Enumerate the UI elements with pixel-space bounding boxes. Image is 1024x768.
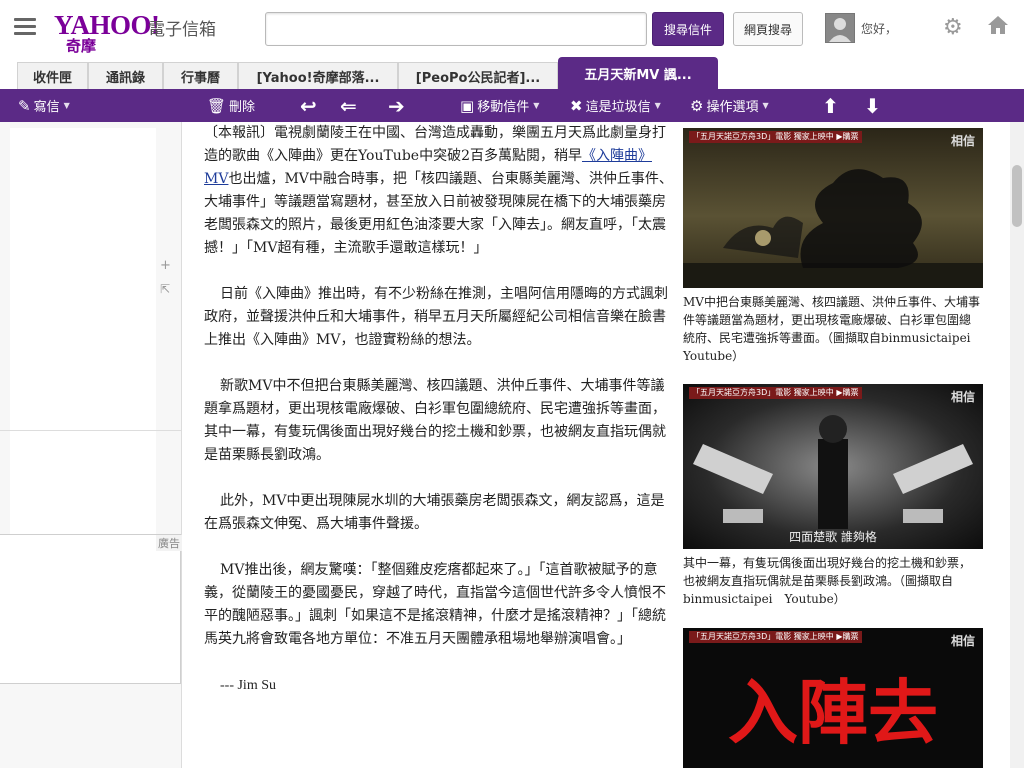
search-web-button[interactable]: 網頁搜尋 — [733, 12, 803, 46]
product-name: 電子信箱 — [148, 20, 216, 40]
tab-email-peopo[interactable]: [PeoPo公民記者]... — [398, 62, 558, 89]
sidebar-divider — [0, 430, 181, 431]
tab-email-yahoo-blog[interactable]: [Yahoo!奇摩部落... — [238, 62, 398, 89]
image-caption: MV中把台東縣美麗灣、核四議題、洪仲丘事件、大埔事件等議題當為題材，更出現核電廠… — [683, 295, 983, 363]
paragraph: 新歌MV中不但把台東縣美麗灣、核四議題、洪仲丘事件、大埔事件等議題拿爲題材，更出… — [204, 378, 666, 463]
move-button[interactable]: ▣ 移動信件 ▼ — [460, 89, 539, 122]
arrow-up-icon[interactable]: ⬆ — [822, 89, 839, 122]
mv-still-puppet[interactable]: 「五月天諾亞方舟3D」電影 獨家上映中 ▶購票 相信 四面楚歌 誰夠格 — [683, 384, 983, 549]
article-image-3: 「五月天諾亞方舟3D」電影 獨家上映中 ▶購票 相信 入陣去 — [683, 628, 983, 768]
explosion-graphic — [683, 169, 983, 288]
paragraph: 此外，MV中更出現陳屍水圳的大埔張藥房老闆張森文，網友認爲，這是在爲張森文伸冤、… — [204, 493, 665, 532]
compose-button[interactable]: ✎ 寫信 ▼ — [18, 89, 70, 122]
trash-icon: 🗑 — [207, 96, 227, 115]
ad-box[interactable] — [0, 534, 181, 684]
tab-inbox[interactable]: 收件匣 — [17, 62, 88, 89]
image-caption: 其中一幕，有隻玩偶後面出現好幾台的挖土機和鈔票，也被網友直指玩偶就是苗栗縣長劉政… — [683, 556, 972, 606]
search-mail-button[interactable]: 搜尋信件 — [652, 12, 724, 46]
user-silhouette-icon — [829, 18, 851, 42]
gear-icon: ⚙ — [690, 96, 704, 115]
actions-button[interactable]: ⚙ 操作選項 ▼ — [690, 89, 769, 122]
greeting-text: 您好， — [861, 22, 898, 36]
mv-still-red-text[interactable]: 「五月天諾亞方舟3D」電影 獨家上映中 ▶購票 相信 入陣去 — [683, 628, 983, 768]
home-icon[interactable] — [986, 13, 1010, 37]
email-body: 〔本報訊〕電視劇蘭陵王在中國、台灣造成轟動，樂團五月天爲此劇量身打造的歌曲《入陣… — [204, 122, 676, 697]
gear-icon[interactable]: ⚙ — [943, 15, 963, 40]
ad-label: 廣告 — [156, 535, 182, 551]
delete-button[interactable]: 🗑 刪除 — [207, 89, 255, 122]
popout-icon[interactable]: ⇱ — [160, 282, 170, 296]
signature: --- Jim Su — [220, 678, 276, 693]
forward-icon[interactable]: ➔ — [388, 89, 405, 122]
plus-icon[interactable]: + — [160, 258, 171, 273]
folder-icon: ▣ — [460, 96, 475, 115]
scrollbar-thumb[interactable] — [1012, 165, 1022, 227]
paragraph: MV推出後，網友驚嘆：「整個雞皮疙瘩都起來了。」「這首歌被賦予的意義，從蘭陵王的… — [204, 562, 666, 647]
avatar[interactable] — [825, 13, 855, 43]
shield-icon: ✖ — [570, 96, 583, 115]
article-image-2: 「五月天諾亞方舟3D」電影 獨家上映中 ▶購票 相信 四面楚歌 誰夠格 其中一幕… — [683, 384, 983, 608]
spam-button[interactable]: ✖ 這是垃圾信 ▼ — [570, 89, 661, 122]
reply-all-icon[interactable]: ⇐ — [340, 89, 357, 122]
tab-email-mayday-mv[interactable]: 五月天新MV 諷... — [558, 57, 718, 89]
paragraph: 日前《入陣曲》推出時，有不少粉絲在推測，主唱阿信用隱晦的方式諷刺政府，並聲援洪仲… — [204, 286, 668, 348]
tab-bar: 收件匣 通訊錄 行事曆 [Yahoo!奇摩部落... [PeoPo公民記者]..… — [0, 57, 1024, 89]
reply-icon[interactable]: ↩ — [300, 89, 317, 122]
mv-still-explosion[interactable]: 「五月天諾亞方舟3D」電影 獨家上映中 ▶購票 相信 — [683, 128, 983, 288]
menu-icon[interactable] — [14, 18, 38, 36]
tab-contacts[interactable]: 通訊錄 — [88, 62, 163, 89]
paragraph: 〔本報訊〕電視劇蘭陵王在中國、台灣造成轟動，樂團五月天爲此劇量身打造的歌曲《入陣… — [204, 125, 673, 256]
arrow-down-icon[interactable]: ⬇ — [864, 89, 881, 122]
message-toolbar: ✎ 寫信 ▼ 🗑 刪除 ↩ ⇐ ➔ ▣ 移動信件 ▼ ✖ 這是垃圾信 ▼ ⚙ 操作選項… — [0, 89, 1024, 122]
search-input[interactable] — [265, 12, 647, 46]
article-image-1: 「五月天諾亞方舟3D」電影 獨家上映中 ▶購票 相信 MV中把台東縣美麗灣、核四… — [683, 128, 983, 365]
kimo-logo: 奇摩 — [66, 37, 97, 55]
tab-calendar[interactable]: 行事曆 — [163, 62, 238, 89]
pencil-icon: ✎ — [18, 96, 31, 115]
puppet-graphic — [693, 415, 973, 529]
